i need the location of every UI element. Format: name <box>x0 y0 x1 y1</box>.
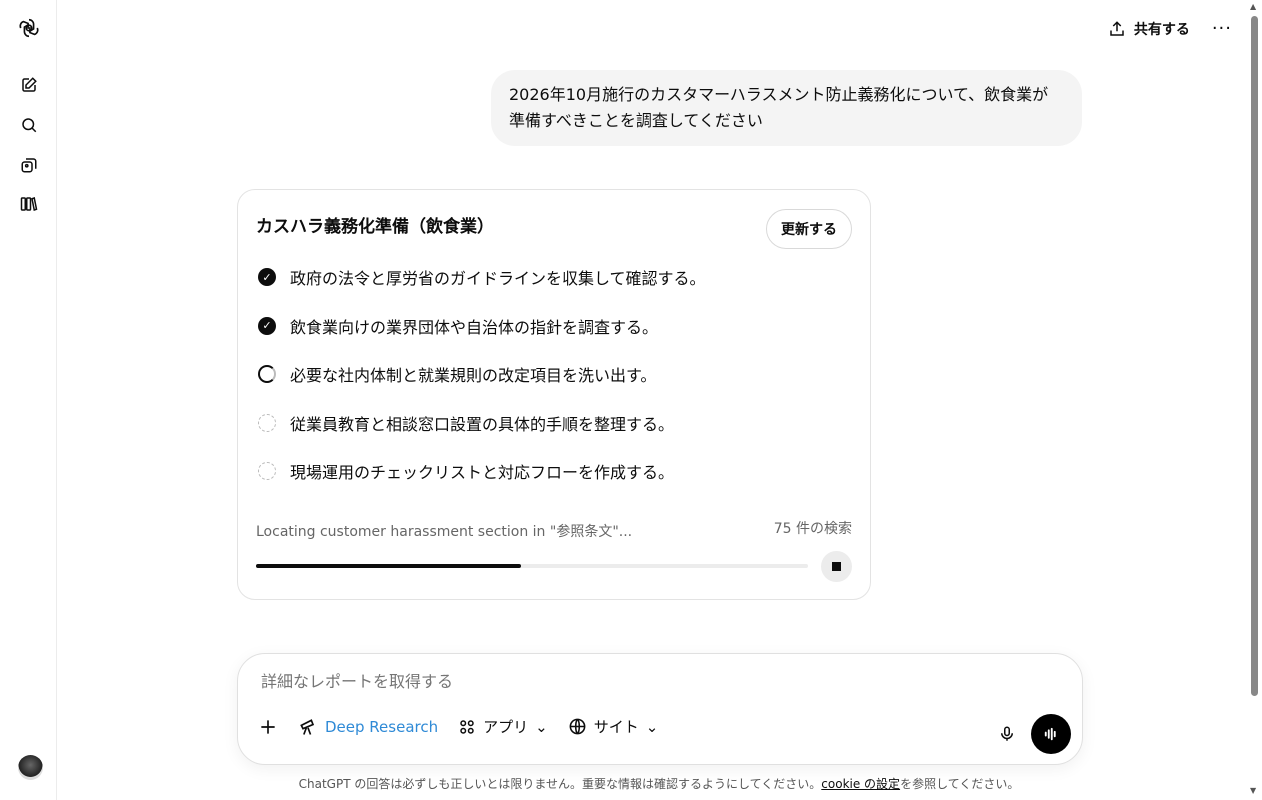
update-button[interactable]: 更新する <box>766 209 852 249</box>
apps-icon <box>460 719 474 734</box>
disclaimer: ChatGPT の回答は必ずしも正しいとは限りません。重要な情報は確認するように… <box>0 775 1262 792</box>
research-progress-card: カスハラ義務化準備（飲食業） 更新する ✓ 政府の法令と厚労省のガイドラインを収集… <box>237 189 871 600</box>
pending-circle-icon <box>258 413 276 432</box>
check-circle-icon: ✓ <box>258 316 276 335</box>
telescope-icon <box>300 718 315 735</box>
research-step: 従業員教育と相談窓口設置の具体的手順を整理する。 <box>258 411 674 435</box>
step-text: 現場運用のチェックリストと対応フローを作成する。 <box>290 463 675 482</box>
openai-logo-icon[interactable] <box>17 16 41 40</box>
step-text: 従業員教育と相談窓口設置の具体的手順を整理する。 <box>290 414 675 434</box>
research-step: ✓ 政府の法令と厚労省のガイドラインを収集して確認する。 <box>258 265 706 289</box>
cookie-settings-link[interactable]: cookie の設定 <box>821 777 900 791</box>
scrollbar[interactable]: ▲ ▼ <box>1248 0 1260 800</box>
pending-circle-icon <box>258 462 276 480</box>
top-bar: 共有する ··· <box>1108 18 1232 39</box>
step-text: 飲食業向けの業界団体や自治体の指針を調査する。 <box>290 317 659 337</box>
research-title: カスハラ義務化準備（飲食業） <box>256 217 494 237</box>
share-label: 共有する <box>1133 21 1190 38</box>
voice-mode-button[interactable] <box>1031 714 1071 754</box>
apps-dropdown[interactable]: アプリ ⌄ <box>458 716 548 737</box>
library-icon[interactable] <box>17 192 41 216</box>
chevron-down-icon: ⌄ <box>645 717 659 736</box>
chevron-down-icon: ⌄ <box>535 717 548 736</box>
search-icon[interactable] <box>17 113 41 137</box>
new-chat-icon[interactable] <box>17 73 41 97</box>
globe-icon <box>569 718 586 735</box>
step-text: 必要な社内体制と就業規則の改定項目を洗い出す。 <box>290 366 657 385</box>
images-icon[interactable] <box>17 153 41 177</box>
waveform-icon <box>1044 727 1056 741</box>
microphone-icon[interactable] <box>998 724 1016 748</box>
step-text: 政府の法令と厚労省のガイドラインを収集して確認する。 <box>290 269 706 288</box>
disclaimer-suffix: を参照してください。 <box>900 777 1020 791</box>
plus-icon <box>261 719 275 734</box>
share-icon <box>1110 20 1124 36</box>
research-step: 必要な社内体制と就業規則の改定項目を洗い出す。 <box>258 362 656 386</box>
apps-label: アプリ <box>483 718 529 736</box>
composer: Deep Research アプリ ⌄ サイト ⌄ <box>237 653 1083 765</box>
deep-research-label: Deep Research <box>325 717 439 736</box>
status-text: Locating customer harassment section in … <box>256 524 633 540</box>
user-message: 2026年10月施行のカスタマーハラスメント防止義務化について、飲食業が準備すべ… <box>491 70 1082 146</box>
research-step: ✓ 飲食業向けの業界団体や自治体の指針を調査する。 <box>258 314 658 338</box>
more-options-icon[interactable]: ··· <box>1212 18 1232 39</box>
share-button[interactable]: 共有する <box>1108 19 1190 39</box>
stop-icon <box>832 562 841 571</box>
stop-button[interactable] <box>821 551 852 582</box>
check-circle-icon: ✓ <box>258 268 276 286</box>
sites-dropdown[interactable]: サイト ⌄ <box>568 716 659 737</box>
search-count: 75 件の検索 <box>773 521 852 537</box>
disclaimer-text: ChatGPT の回答は必ずしも正しいとは限りません。重要な情報は確認するように… <box>298 777 822 791</box>
sidebar <box>0 0 57 800</box>
progress-bar <box>256 564 808 568</box>
progress-fill <box>256 564 521 568</box>
deep-research-button[interactable]: Deep Research <box>298 717 438 737</box>
sites-label: サイト <box>593 718 639 736</box>
research-step: 現場運用のチェックリストと対応フローを作成する。 <box>258 459 674 483</box>
spinner-icon <box>258 365 276 383</box>
add-button[interactable] <box>258 717 278 737</box>
prompt-input[interactable] <box>261 672 1041 691</box>
